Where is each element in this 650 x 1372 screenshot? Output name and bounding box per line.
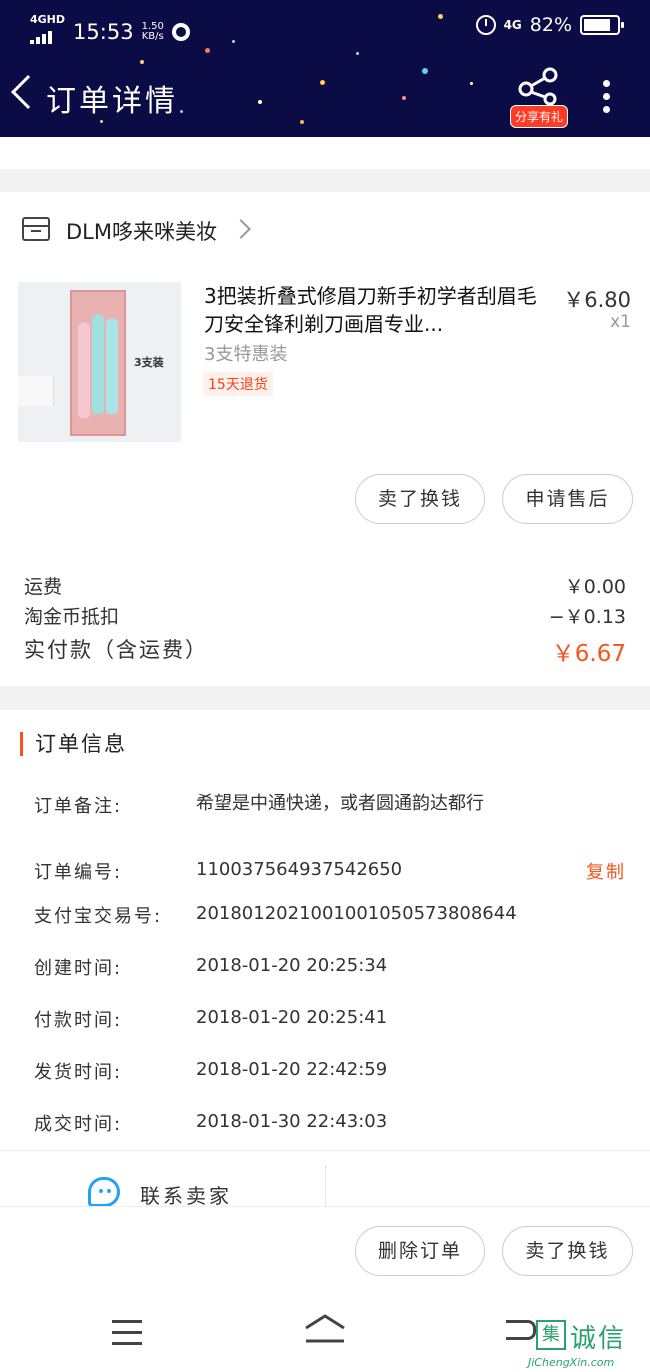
home-icon[interactable]	[304, 1314, 346, 1344]
delete-order-button[interactable]: 删除订单	[355, 1226, 485, 1276]
info-key: 支付宝交易号:	[34, 906, 163, 927]
share-button[interactable]: 分享有礼	[510, 67, 569, 128]
shipping-value: ￥0.00	[564, 576, 626, 598]
battery-percent: 82%	[529, 14, 572, 36]
info-value: 2018012021001001050573808644	[196, 903, 517, 924]
product-card: 3支装 3把装折叠式修眉刀新手初学者刮眉毛刀安全锋利剃刀画眉专业... 3支特惠…	[0, 268, 650, 668]
shop-name: DLM哆来咪美妆	[66, 220, 217, 244]
share-icon	[518, 67, 558, 105]
info-key: 发货时间:	[34, 1062, 123, 1083]
signal-indicator: 4GHD	[30, 14, 65, 49]
shipping-label: 运费	[24, 576, 63, 598]
thumb-background	[18, 376, 54, 406]
globe-icon	[171, 22, 190, 41]
product-spec: 3支特惠装	[204, 344, 288, 365]
coin-value: −￥0.13	[548, 606, 626, 628]
resell-button[interactable]: 卖了换钱	[355, 474, 485, 524]
nav-bar: 订单详情 分享有礼 4	[0, 62, 650, 128]
divider	[325, 1165, 326, 1207]
info-value: 2018-01-30 22:43:03	[196, 1111, 388, 1132]
section-gap	[0, 137, 650, 192]
network-speed: 1.50 KB/s	[141, 20, 164, 42]
copy-order-number-button[interactable]: 复制	[586, 858, 626, 884]
contact-bar: 联系卖家	[0, 1150, 650, 1208]
store-icon	[22, 217, 50, 241]
paid-label: 实付款（含运费）	[24, 638, 208, 662]
razor	[92, 314, 104, 414]
status-bar: 4GHD 15:53 1.50 KB/s 4G 82%	[0, 10, 650, 44]
info-value[interactable]: 1100375649375426​50	[196, 858, 526, 882]
thumb-label: 3支装	[134, 356, 164, 369]
watermark-text: 诚信	[570, 1324, 627, 1354]
battery-icon	[580, 15, 624, 35]
share-reward-badge: 分享有礼	[510, 105, 569, 128]
return-policy-badge: 15天退货	[203, 372, 273, 396]
after-sale-button[interactable]: 申请售后	[502, 474, 633, 524]
paid-total-row: 实付款（含运费） ￥6.67	[24, 634, 626, 667]
info-key: 成交时间:	[34, 1114, 123, 1135]
network-speed-unit: KB/s	[141, 30, 164, 42]
order-info-title: 订单信息	[20, 732, 127, 756]
shop-row[interactable]: DLM哆来咪美妆	[0, 192, 650, 268]
shipping-fee-row: 运费 ￥0.00	[24, 572, 626, 599]
coin-discount-row: 淘金币抵扣 −￥0.13	[24, 602, 626, 629]
order-info-section: 订单信息	[0, 710, 650, 1150]
watermark: 集 诚信 JiChengXin.com	[524, 1318, 650, 1372]
info-value: 2018-01-20 20:25:34	[196, 955, 388, 976]
razor-package	[70, 290, 126, 436]
section-gap	[0, 686, 650, 710]
coin-label: 淘金币抵扣	[24, 606, 120, 628]
product-price: ￥6.80	[563, 288, 631, 312]
paid-value: ￥6.67	[551, 641, 626, 667]
footer-resell-button[interactable]: 卖了换钱	[502, 1226, 633, 1276]
info-key: 订单备注:	[34, 796, 123, 817]
product-title[interactable]: 3把装折叠式修眉刀新手初学者刮眉毛刀安全锋利剃刀画眉专业...	[204, 282, 549, 338]
watermark-logo-icon: 集	[536, 1320, 566, 1350]
watermark-url: JiChengXin.com	[528, 1356, 615, 1369]
info-key: 订单编号:	[34, 862, 123, 883]
product-thumbnail[interactable]: 3支装	[18, 282, 181, 442]
info-key: 付款时间:	[34, 1010, 123, 1031]
info-key: 创建时间:	[34, 958, 123, 979]
back-arrow-icon	[11, 75, 45, 109]
chat-bubble-icon	[88, 1177, 120, 1207]
back-button[interactable]	[11, 75, 45, 112]
info-value: 2018-01-20 20:25:41	[196, 1007, 388, 1028]
chevron-right-icon	[231, 219, 251, 239]
alarm-icon	[475, 15, 496, 35]
clock: 15:53	[73, 19, 134, 44]
menu-icon[interactable]	[112, 1320, 142, 1353]
contact-seller-label: 联系卖家	[140, 1184, 232, 1208]
product-quantity: x1	[610, 312, 631, 332]
network-type: 4GHD	[30, 13, 66, 26]
razor	[106, 318, 118, 414]
network-type-right: 4G	[503, 17, 522, 32]
page-title: 订单详情	[46, 84, 178, 119]
order-action-bar: 删除订单 卖了换钱	[0, 1206, 650, 1292]
info-value: 希望是中通快递，或者圆通韵达都行	[196, 793, 484, 814]
header-bar: 4GHD 15:53 1.50 KB/s 4G 82% 订单详情 分享有礼	[0, 0, 650, 137]
network-speed-value: 1.50	[141, 20, 164, 32]
battery-fill	[584, 19, 611, 31]
more-menu-button[interactable]: 4	[600, 80, 614, 120]
info-value: 2018-01-20 22:42:59	[196, 1059, 388, 1080]
razor	[78, 322, 90, 418]
signal-bars-icon	[30, 30, 52, 44]
